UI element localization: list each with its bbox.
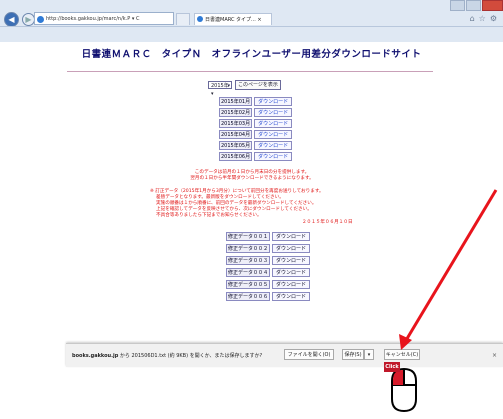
mouse-icon xyxy=(391,367,417,413)
pointer-arrow-icon xyxy=(399,189,498,350)
click-label: Click xyxy=(384,362,400,372)
